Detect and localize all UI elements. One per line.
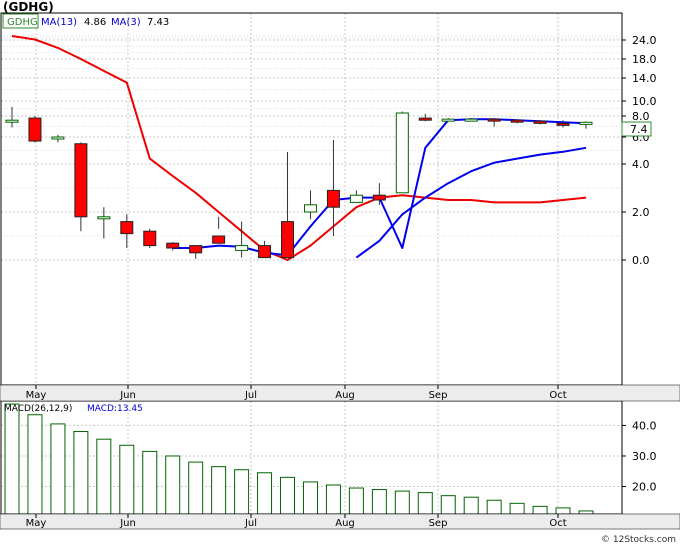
- month-label-bottom: Sep: [429, 518, 448, 529]
- macd-bar: [555, 507, 571, 515]
- macd-bar: [73, 431, 89, 515]
- candle-body-bull: [5, 119, 19, 123]
- macd-bar: [211, 466, 227, 515]
- candle-body-bear: [510, 119, 524, 123]
- ma13-legend-label: MA(13): [41, 17, 77, 28]
- chart-title: (GDHG): [3, 0, 54, 14]
- macd-ytick-label: 40.0: [632, 419, 657, 432]
- month-label-bottom: Jun: [119, 518, 136, 529]
- price-ytick-label: 8.0: [632, 110, 650, 123]
- macd-bar: [257, 472, 273, 515]
- macd-bar: [486, 499, 502, 515]
- candle-body-bear: [166, 242, 180, 249]
- price-ytick-label: 0.0: [632, 254, 650, 267]
- macd-ytick-label: 30.0: [632, 450, 657, 463]
- macd-bar: [371, 489, 387, 515]
- candle-body-bear: [120, 221, 134, 235]
- macd-bar: [348, 487, 364, 515]
- price-ytick-label: 14.0: [632, 72, 657, 85]
- macd-legend-label: MACD(26,12,9): [4, 404, 72, 414]
- month-label-bottom: Oct: [549, 518, 566, 529]
- price-ytick-label: 18.0: [632, 53, 657, 66]
- month-label-top: Jul: [244, 390, 257, 401]
- macd-bar: [142, 450, 158, 515]
- candle-body-bear: [281, 221, 295, 259]
- macd-bar: [394, 490, 410, 515]
- watermark: © 12Stocks.com: [601, 535, 676, 545]
- macd-bar: [440, 495, 456, 515]
- candle-body-bull: [51, 136, 65, 140]
- candle-body-bull: [303, 204, 317, 213]
- candle-body-bear: [326, 189, 340, 208]
- month-label-top: May: [26, 390, 47, 401]
- macd-bar: [302, 481, 318, 515]
- month-label-top: Jun: [119, 390, 136, 401]
- last-price-tag: 7.4: [630, 123, 648, 136]
- candle-body-bull: [349, 194, 363, 203]
- price-ytick-label: 24.0: [632, 34, 657, 47]
- candle-body-bear: [28, 117, 42, 142]
- month-label-top: Aug: [335, 390, 355, 401]
- macd-bar: [509, 502, 525, 515]
- macd-bar: [532, 505, 548, 515]
- candle-body-bear: [533, 120, 547, 124]
- ma3-legend-label: MA(3): [111, 17, 141, 28]
- candle-body-bear: [372, 194, 386, 201]
- candle-body-bull: [395, 112, 409, 194]
- macd-bar: [280, 476, 296, 515]
- stock-chart-svg: May May Jun Jun Jul Jul Aug Aug Sep Sep Oct Oct 24.0…: [0, 0, 680, 546]
- month-label-bottom: Aug: [335, 518, 355, 529]
- month-label-top: Sep: [429, 390, 448, 401]
- month-label-top: Oct: [549, 390, 566, 401]
- candle-body-bear: [556, 122, 570, 126]
- macd-bar: [50, 423, 66, 515]
- ma3-legend-value: 7.43: [147, 17, 169, 28]
- candle-body-bull: [464, 118, 478, 122]
- macd-bar: [119, 444, 135, 515]
- macd-bar: [165, 455, 181, 515]
- candle-body-bear: [258, 245, 272, 259]
- macd-bar: [96, 438, 112, 515]
- macd-legend-value: MACD:13.45: [87, 404, 143, 414]
- month-label-bottom: May: [26, 518, 47, 529]
- macd-bar: [234, 469, 250, 515]
- ma13-legend-value: 4.86: [84, 17, 106, 28]
- candle-body-bear: [212, 235, 226, 244]
- chart-root: May May Jun Jun Jul Jul Aug Aug Sep Sep Oct Oct 24.0…: [0, 0, 680, 546]
- candle-body-bull: [441, 118, 455, 122]
- macd-bar: [325, 484, 341, 515]
- macd-bar: [27, 414, 43, 515]
- candle-body-bear: [74, 143, 88, 218]
- candle-body-bear: [143, 230, 157, 247]
- macd-bar: [4, 403, 20, 515]
- price-ytick-label: 2.0: [632, 206, 650, 219]
- macd-ytick-label: 20.0: [632, 481, 657, 494]
- macd-bar: [463, 496, 479, 515]
- ticker-tag: GDHG: [7, 17, 38, 28]
- candle-body-bear: [418, 117, 432, 121]
- candle-body-bull: [235, 245, 249, 251]
- price-ytick-label: 10.0: [632, 95, 657, 108]
- candle-body-bull: [579, 121, 593, 125]
- candle-body-bear: [487, 118, 501, 122]
- macd-bar: [417, 492, 433, 515]
- candle-body-bear: [189, 245, 203, 254]
- candle-body-bull: [97, 216, 111, 220]
- price-ytick-label: 4.0: [632, 158, 650, 171]
- month-label-bottom: Jul: [244, 518, 257, 529]
- macd-bar: [188, 461, 204, 515]
